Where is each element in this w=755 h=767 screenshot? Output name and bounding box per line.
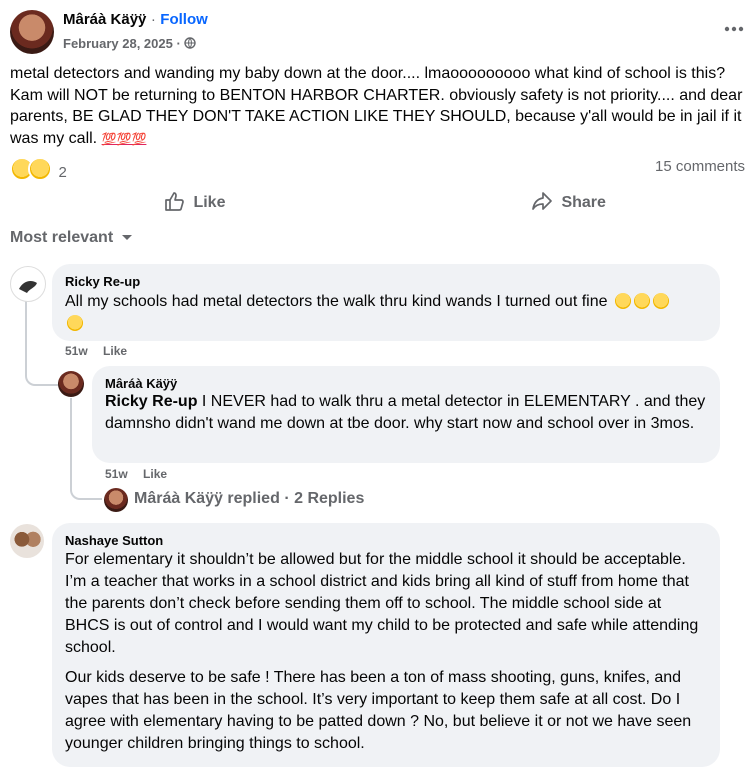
comment-bubble: Ricky Re-up All my schools had metal det… (52, 264, 720, 341)
share-arrow-icon (532, 192, 552, 210)
separator-dot: · (284, 490, 290, 507)
commenter-avatar[interactable] (10, 266, 46, 302)
author-name[interactable]: Mâráà Käÿÿ (63, 11, 146, 28)
wow-reaction-icon (28, 157, 52, 181)
replier-avatar (104, 488, 128, 512)
laughing-emoji-icon (652, 293, 669, 309)
comment-text: For elementary it shouldn’t be allowed b… (65, 549, 705, 755)
comment-like-button[interactable]: Like (143, 467, 167, 481)
comment-author[interactable]: Nashaye Sutton (65, 533, 163, 548)
like-button[interactable]: Like (163, 190, 225, 212)
globe-icon (184, 37, 197, 49)
like-label: Like (193, 194, 226, 211)
separator-dot: · (150, 11, 156, 28)
avatar-graphic-icon (19, 281, 37, 293)
share-label: Share (561, 194, 606, 211)
replied-label: Mâráà Käÿÿ replied (134, 490, 280, 507)
comment-paragraph: For elementary it shouldn’t be allowed b… (65, 551, 699, 656)
comment-sort-dropdown[interactable]: Most relevant (10, 229, 133, 247)
commenter-avatar[interactable] (58, 371, 84, 397)
comment-text: Ricky Re-up I NEVER had to walk thru a m… (105, 391, 710, 435)
comment-bubble: Mâráà Käÿÿ Ricky Re-up I NEVER had to wa… (92, 366, 720, 463)
replies-count: 2 Replies (294, 490, 365, 507)
share-button[interactable]: Share (531, 190, 606, 212)
follow-button[interactable]: Follow (160, 11, 208, 28)
comment-author[interactable]: Ricky Re-up (65, 274, 140, 289)
hundred-emoji: 💯💯💯 (101, 131, 147, 146)
mention-link[interactable]: Ricky Re-up (105, 393, 197, 410)
reactions-summary[interactable]: 2 (10, 157, 67, 186)
thumbs-up-icon (165, 192, 184, 211)
comment-time[interactable]: 51w (65, 344, 88, 358)
comment-like-button[interactable]: Like (103, 344, 127, 358)
comment-author[interactable]: Mâráà Käÿÿ (105, 376, 177, 391)
chevron-down-icon (121, 235, 132, 240)
comments-count[interactable]: 15 comments (655, 158, 745, 175)
laughing-emoji-icon (633, 293, 650, 309)
post-text: metal detectors and wanding my baby down… (10, 63, 755, 150)
laughing-emoji-icon (614, 293, 631, 309)
more-options-icon[interactable] (723, 22, 745, 36)
post-header: Mâráà Käÿÿ · Follow (63, 11, 208, 29)
comment-time[interactable]: 51w (105, 467, 128, 481)
sort-label: Most relevant (10, 229, 114, 246)
comment-text: All my schools had metal detectors the w… (65, 291, 710, 335)
view-replies-link[interactable]: Mâráà Käÿÿ replied · 2 Replies (134, 490, 364, 508)
commenter-avatar[interactable] (10, 524, 44, 558)
separator-dot: · (176, 36, 181, 51)
comment-body: All my schools had metal detectors the w… (65, 293, 608, 310)
post-date[interactable]: February 28, 2025 (63, 36, 173, 51)
comment-paragraph: Our kids deserve to be safe ! There has … (65, 669, 692, 752)
author-avatar[interactable] (10, 10, 54, 54)
laughing-emoji-icon (67, 315, 83, 331)
reaction-count: 2 (58, 164, 67, 181)
comment-bubble: Nashaye Sutton For elementary it shouldn… (52, 523, 720, 767)
